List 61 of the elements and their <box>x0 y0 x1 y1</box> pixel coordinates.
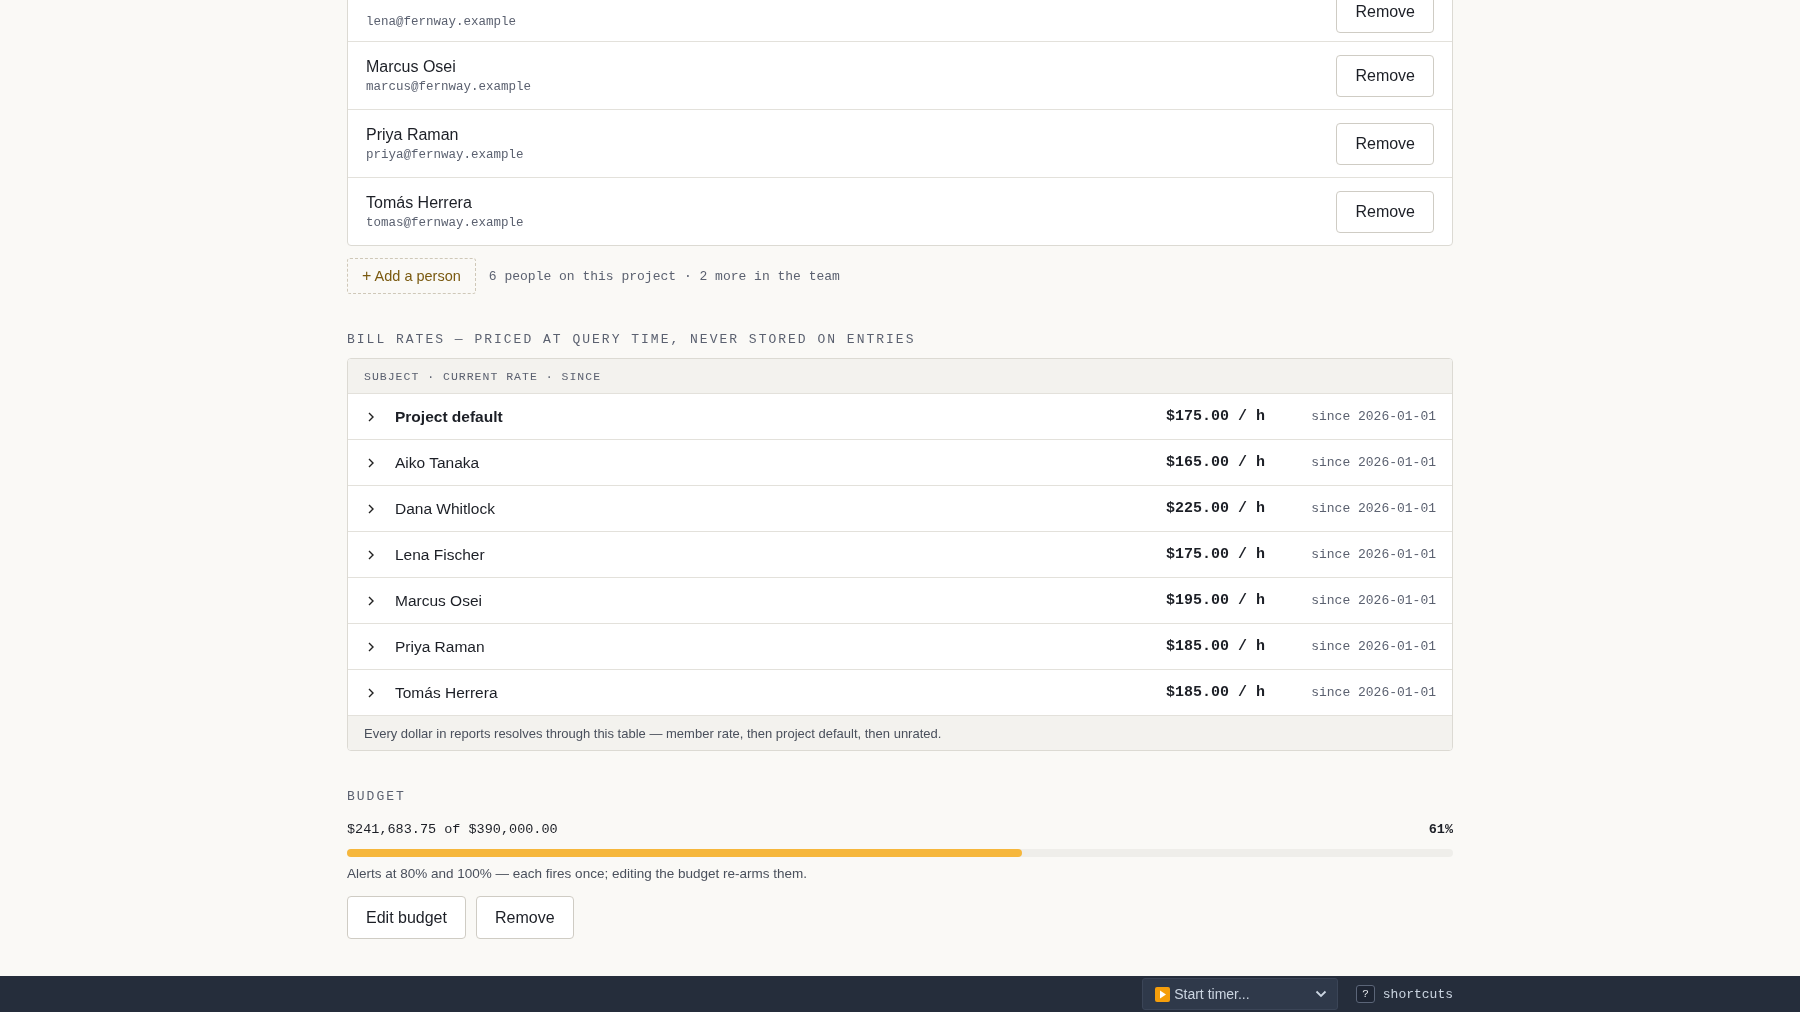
rate-value: $175.00 / h <box>1166 408 1267 425</box>
member-name: Tomás Herrera <box>366 193 473 212</box>
member-email: priya@fernway.example <box>366 147 524 162</box>
table-footnote: Every dollar in reports resolves through this table — member rate, then project default, then unrated. <box>348 716 1452 750</box>
rate-subject: Aiko Tanaka <box>395 453 481 472</box>
rate-subject: Marcus Osei <box>395 591 483 610</box>
rate-row[interactable]: Project default $175.00 / h since 2026-01-01 <box>348 394 1452 440</box>
edit-budget-button[interactable]: Edit budget <box>347 896 466 939</box>
member-name: Marcus Osei <box>366 57 457 76</box>
rate-since: since 2026-01-01 <box>1310 455 1436 470</box>
rate-row[interactable]: Marcus Osei $195.00 / h since 2026-01-01 <box>348 578 1452 624</box>
chevron-icon[interactable] <box>367 594 375 607</box>
chevron-icon[interactable] <box>367 502 375 515</box>
rate-since: since 2026-01-01 <box>1310 685 1436 700</box>
remove-button[interactable]: Remove <box>1336 0 1434 33</box>
member-name: Priya Raman <box>366 125 460 144</box>
rate-since: since 2026-01-01 <box>1310 409 1436 424</box>
chevron-icon[interactable] <box>367 686 375 699</box>
chevron-icon[interactable] <box>367 410 375 423</box>
budget-note: Alerts at 80% and 100% — each fires once; editing the budget re-arms them. <box>347 866 808 881</box>
section-heading: BILL RATES — PRICED AT QUERY TIME, NEVER STORED ON ENTRIES <box>347 332 917 347</box>
rate-since: since 2026-01-01 <box>1310 639 1436 654</box>
budget-percent: 61% <box>1428 822 1453 837</box>
member-email: lena@fernway.example <box>366 15 517 29</box>
rate-value: $185.00 / h <box>1166 638 1267 655</box>
rate-since: since 2026-01-01 <box>1310 547 1436 562</box>
chevron-icon[interactable] <box>367 548 375 561</box>
rate-value: $225.00 / h <box>1166 500 1267 517</box>
chevron-icon[interactable] <box>367 456 375 469</box>
rate-value: $195.00 / h <box>1166 592 1267 609</box>
member-email: marcus@fernway.example <box>366 79 532 94</box>
member-email: tomas@fernway.example <box>366 215 524 230</box>
section-heading: BUDGET <box>347 789 407 804</box>
remove-button[interactable]: Remove <box>1336 190 1434 233</box>
rate-value: $175.00 / h <box>1166 546 1267 563</box>
table-header: SUBJECT · CURRENT RATE · SINCE <box>348 359 1452 394</box>
chevron-down-icon <box>1315 990 1328 998</box>
timer-select[interactable]: Start timer... <box>1142 978 1339 1010</box>
add-person-button[interactable]: + Add a person <box>347 258 476 294</box>
people-count: 6 people on this project · 2 more in the team <box>488 268 840 284</box>
rate-row[interactable]: Aiko Tanaka $165.00 / h since 2026-01-01 <box>348 440 1452 486</box>
rate-subject: Tomás Herrera <box>395 683 499 702</box>
rate-subject: Priya Raman <box>395 637 486 656</box>
rate-row[interactable]: Lena Fischer $175.00 / h since 2026-01-01 <box>348 532 1452 578</box>
rate-subject: Project default <box>395 407 504 426</box>
rate-since: since 2026-01-01 <box>1310 593 1436 608</box>
rate-row[interactable]: Dana Whitlock $225.00 / h since 2026-01-01 <box>348 486 1452 532</box>
chevron-icon[interactable] <box>367 640 375 653</box>
remove-button[interactable]: Remove <box>475 896 574 939</box>
rate-since: since 2026-01-01 <box>1310 501 1436 516</box>
budget-amount: $241,683.75 of $390,000.00 <box>347 822 558 837</box>
rate-value: $185.00 / h <box>1166 684 1267 701</box>
shortcuts-link[interactable]: shortcuts <box>1382 986 1453 1002</box>
rate-value: $165.00 / h <box>1166 454 1267 471</box>
remove-button[interactable]: Remove <box>1336 54 1434 97</box>
remove-button[interactable]: Remove <box>1336 122 1434 165</box>
play-icon <box>1155 986 1171 1002</box>
rate-subject: Lena Fischer <box>395 545 486 564</box>
shortcut-key[interactable]: ? <box>1356 985 1375 1003</box>
rate-subject: Dana Whitlock <box>395 499 496 518</box>
rate-row[interactable]: Priya Raman $185.00 / h since 2026-01-01 <box>348 624 1452 670</box>
